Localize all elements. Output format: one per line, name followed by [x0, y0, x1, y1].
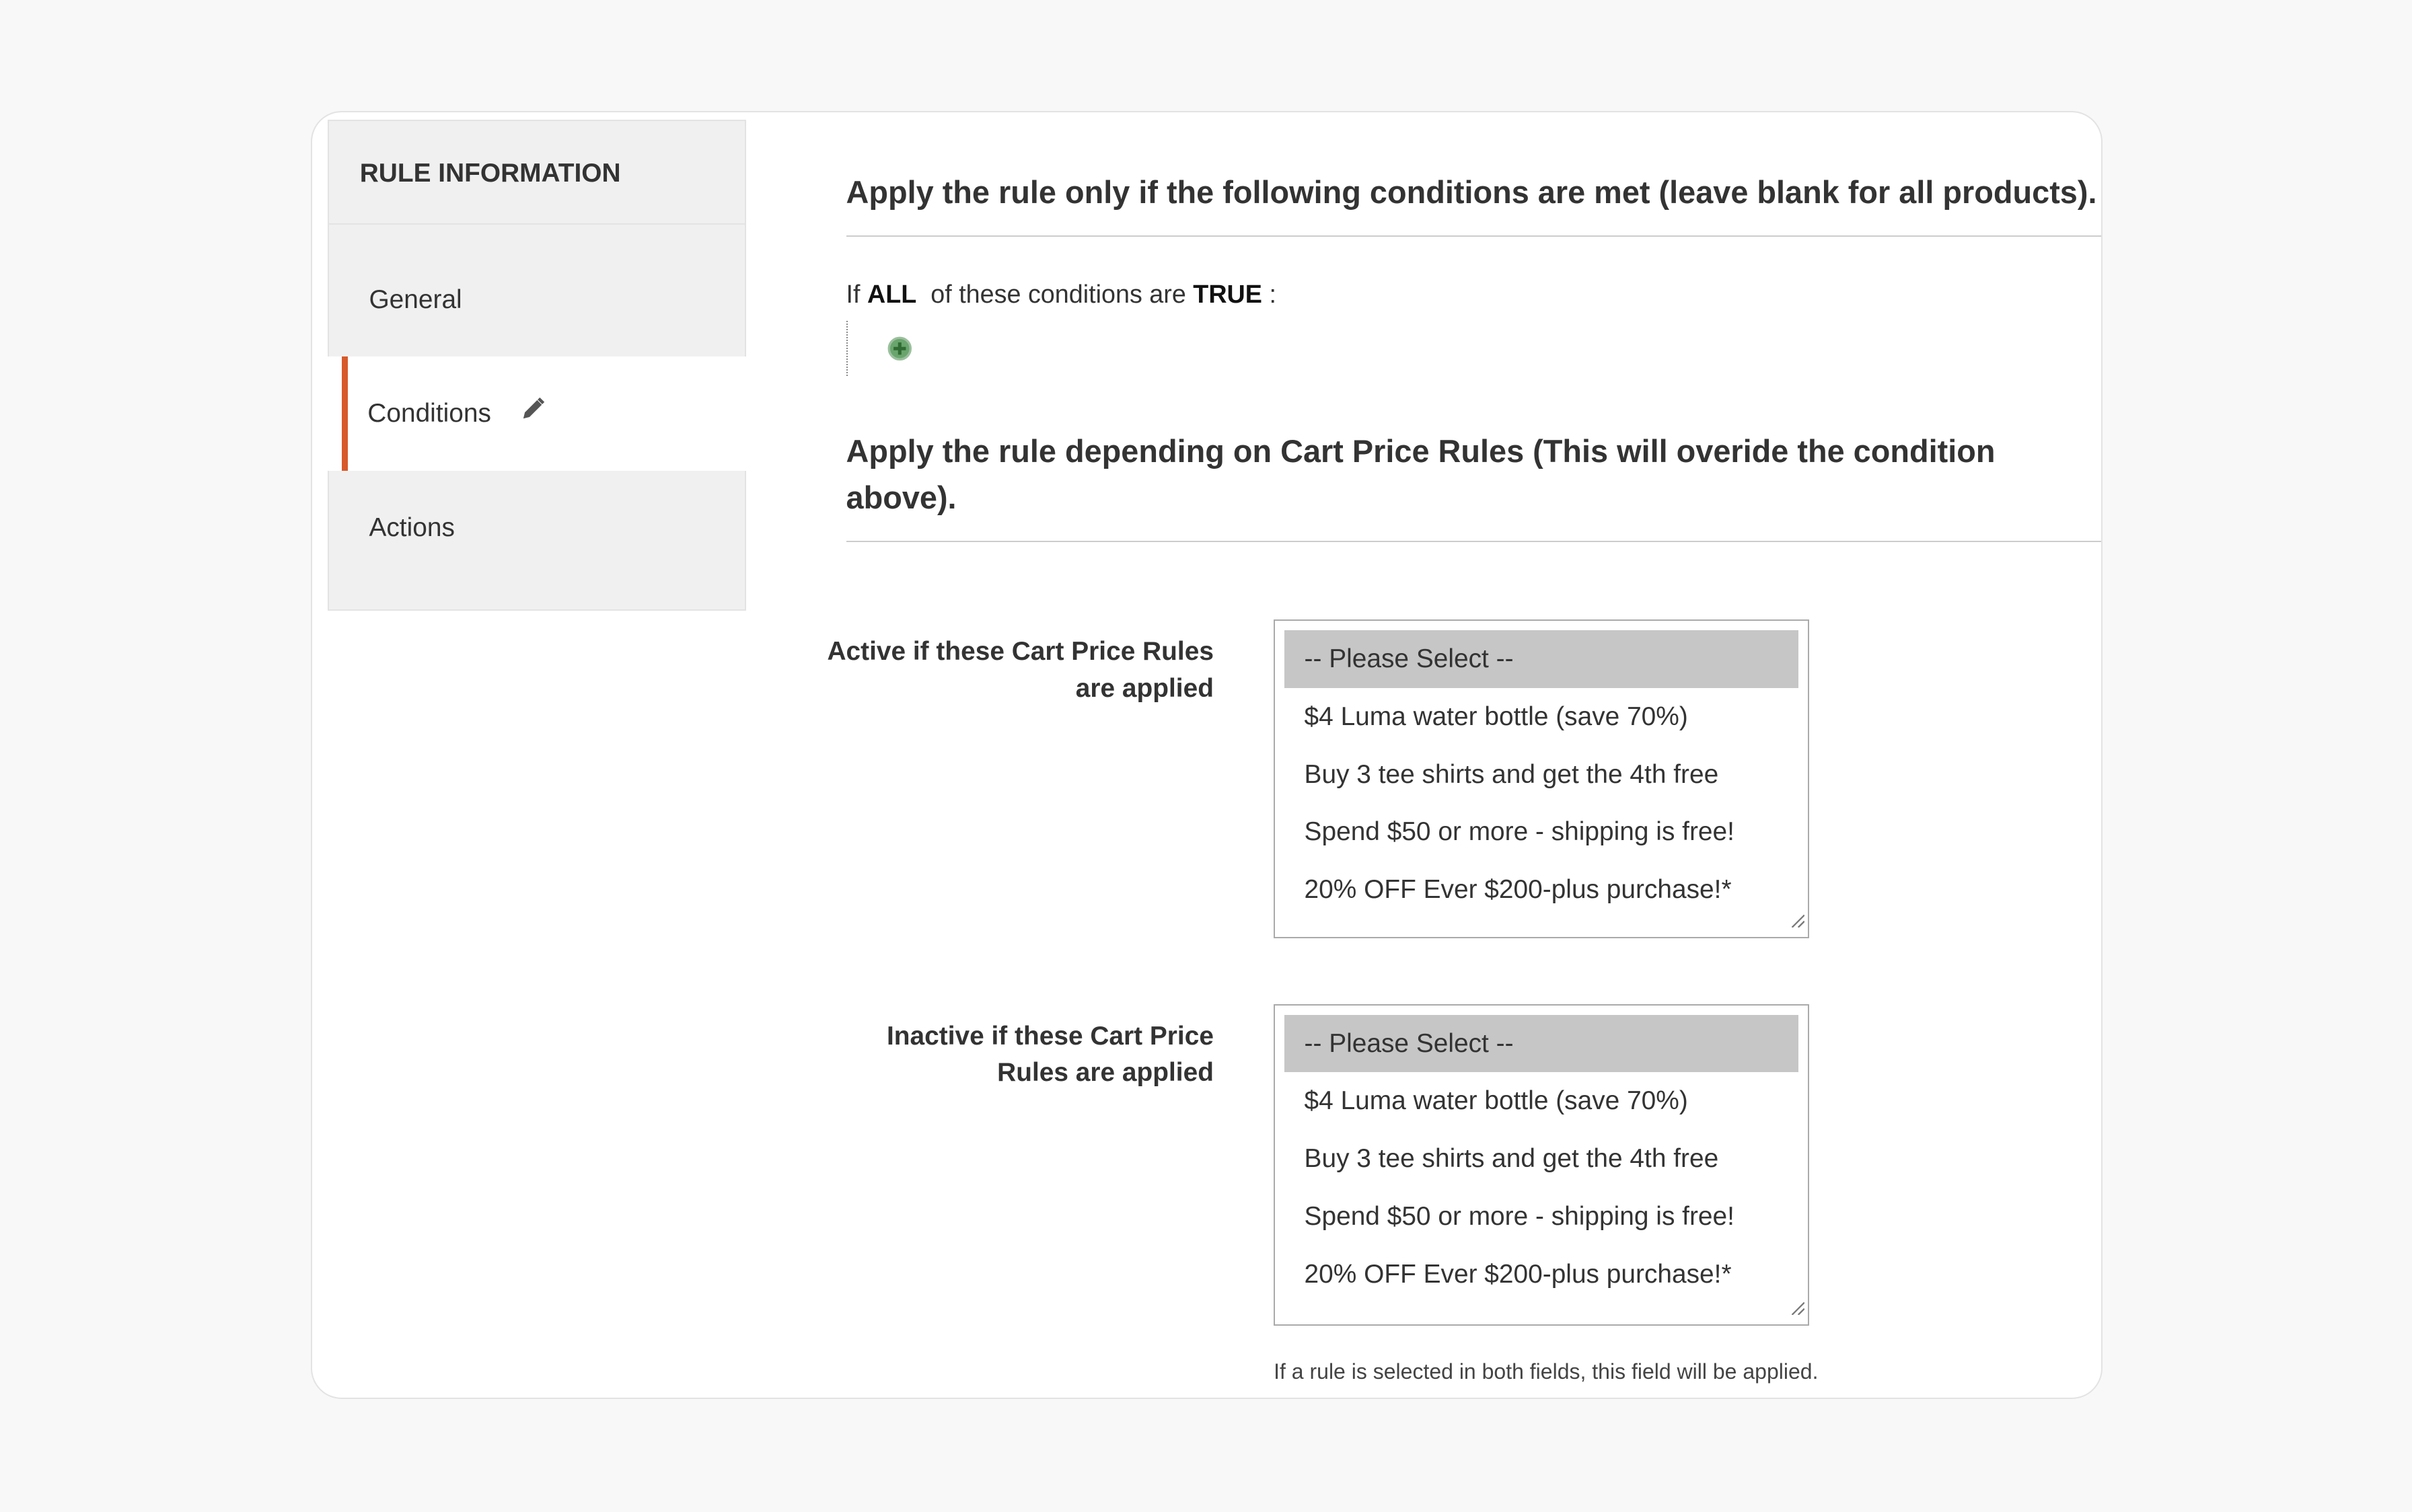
select-option[interactable]: 20% OFF Ever $200-plus purchase!* — [1284, 1246, 1798, 1303]
sidebar-title: RULE INFORMATION — [328, 120, 746, 225]
select-option[interactable]: 20% OFF Ever $200-plus purchase!* — [1284, 861, 1798, 919]
select-option[interactable]: -- Please Select -- — [1284, 630, 1799, 688]
resize-grip-icon[interactable] — [1789, 905, 1806, 934]
sidebar-item-label: General — [369, 285, 462, 314]
sidebar-item-conditions[interactable]: Conditions — [341, 356, 746, 472]
condition-statement: If ALL of these conditions are TRUE : — [846, 279, 1276, 308]
resize-grip-icon[interactable] — [1789, 1293, 1806, 1321]
active-field-label: Active if these Cart Price Rules are app… — [827, 636, 1214, 703]
rule-information-sidebar: RULE INFORMATION General Conditions Acti… — [328, 120, 746, 611]
select-option[interactable]: $4 Luma water bottle (save 70%) — [1284, 688, 1798, 746]
pencil-icon — [519, 358, 546, 472]
inactive-rules-multiselect[interactable]: -- Please Select -- $4 Luma water bottle… — [1274, 1004, 1809, 1326]
select-option[interactable]: Spend $50 or more - shipping is free! — [1284, 1188, 1798, 1246]
select-option[interactable]: Spend $50 or more - shipping is free! — [1284, 803, 1798, 861]
conditions-heading: Apply the rule only if the following con… — [846, 169, 2102, 237]
plus-circle-icon[interactable] — [887, 336, 912, 367]
sidebar-item-general[interactable]: General — [328, 224, 746, 357]
cart-rules-heading: Apply the rule depending on Cart Price R… — [846, 428, 2102, 543]
condition-tree — [846, 321, 2102, 377]
sidebar-item-label: Conditions — [367, 399, 491, 428]
inactive-field-label: Inactive if these Cart Price Rules are a… — [887, 1021, 1214, 1088]
field-note: If a rule is selected in both fields, th… — [1274, 1359, 1819, 1384]
active-rules-multiselect[interactable]: -- Please Select -- $4 Luma water bottle… — [1274, 619, 1809, 938]
conditions-panel: Apply the rule only if the following con… — [827, 169, 2102, 1384]
aggregator-toggle[interactable]: ALL — [867, 280, 916, 308]
sidebar-item-label: Actions — [369, 513, 455, 542]
select-option[interactable]: $4 Luma water bottle (save 70%) — [1284, 1072, 1798, 1130]
sidebar-item-actions[interactable]: Actions — [328, 470, 746, 611]
select-option[interactable]: -- Please Select -- — [1284, 1014, 1799, 1073]
select-option[interactable]: Buy 3 tee shirts and get the 4th free — [1284, 1130, 1798, 1188]
value-toggle[interactable]: TRUE — [1193, 280, 1262, 308]
page: RULE INFORMATION General Conditions Acti… — [0, 0, 2412, 1512]
select-option[interactable]: Buy 3 tee shirts and get the 4th free — [1284, 746, 1798, 804]
